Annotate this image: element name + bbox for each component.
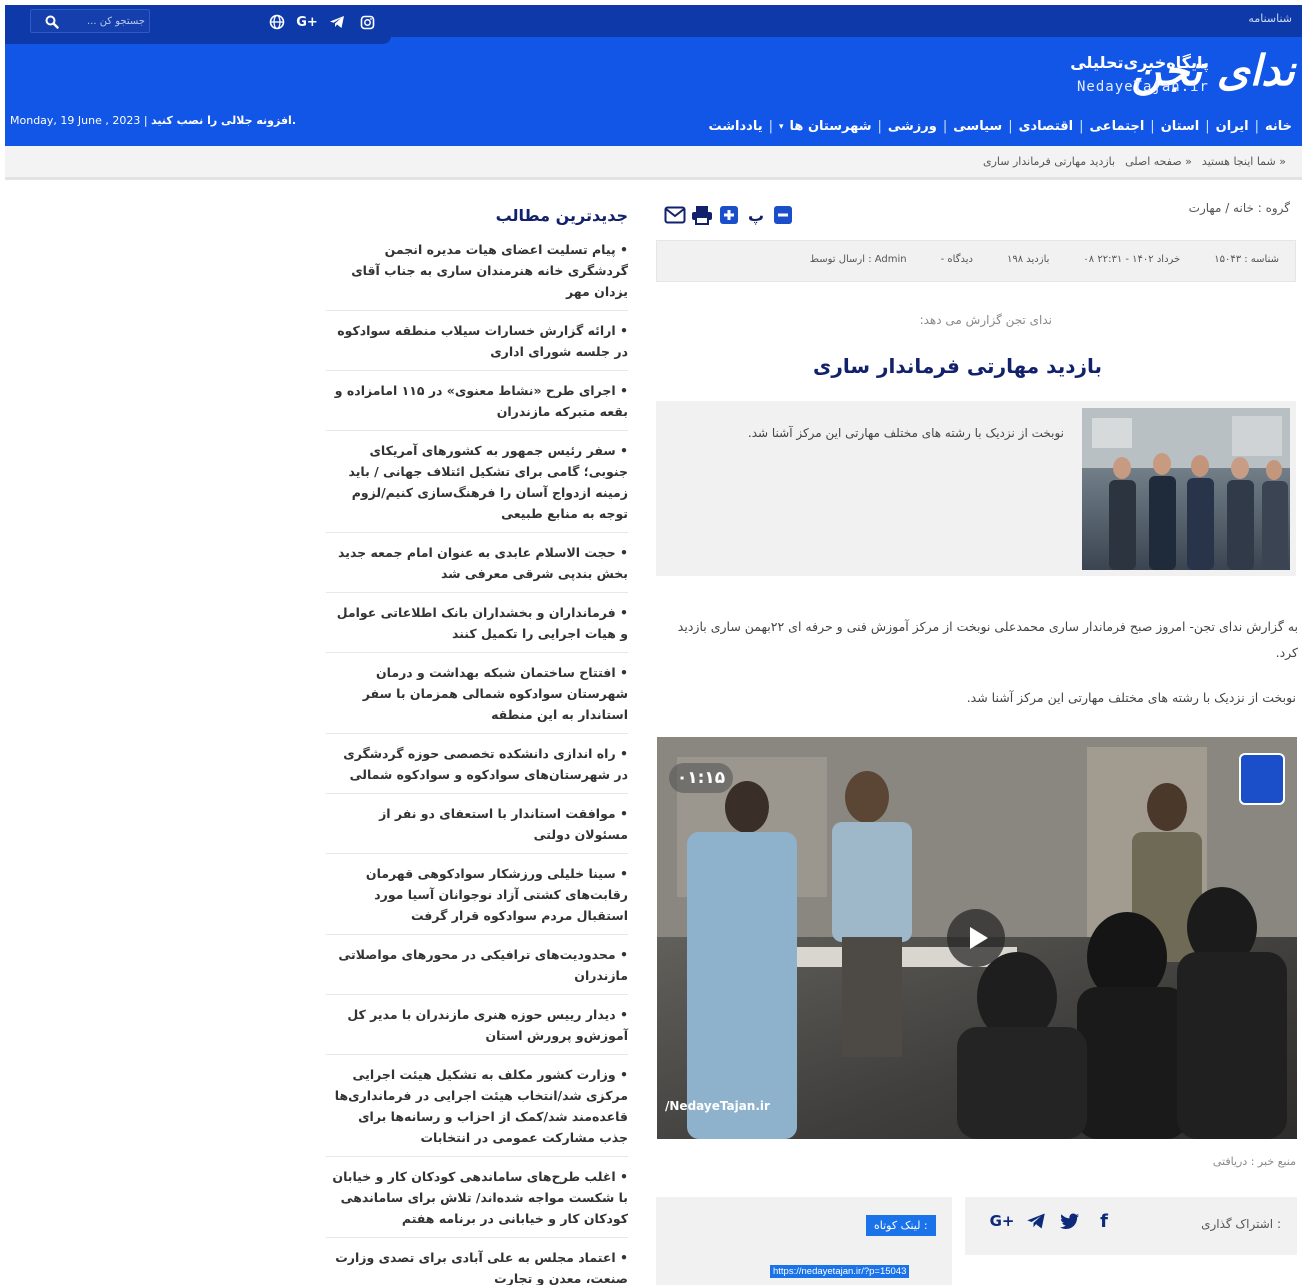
latest-post-item[interactable]: • پیام تسلیت اعضای هیات مدیره انجمن گردش… [326,235,628,311]
instagram-icon[interactable] [357,13,377,31]
share-icons: G+ f [990,1210,1115,1232]
latest-post-item[interactable]: • موافقت استاندار با استعفای دو نفر از م… [326,799,628,854]
nav-item-cities[interactable]: شهرستان ها [790,119,872,134]
nav-separator: | [877,119,882,134]
google-plus-icon[interactable]: G+ [990,1210,1015,1232]
nav-item-social[interactable]: اجتماعی [1090,119,1145,134]
sidebar-title: جدیدترین مطالب [495,206,628,225]
meta-comments[interactable]: - دیدگاه [941,254,973,265]
play-button[interactable] [947,909,1005,967]
article-lead: ندای تجن گزارش می دهد: [919,313,1052,327]
short-link-label: لینک کوتاه : [866,1215,936,1236]
latest-post-item[interactable]: • وزارت کشور مکلف به تشکیل هیئت اجرایی م… [326,1060,628,1157]
chevron-down-icon[interactable]: ▾ [779,122,784,132]
date-text: Monday, 19 June , 2023 [10,114,141,127]
top-social-links: G+ [267,13,377,31]
nav-separator: | [1205,119,1210,134]
jalali-plugin-link[interactable]: افزونه جلالی را نصب کنید. [151,114,296,127]
date-separator: | [143,114,152,127]
nav-separator: | [942,119,948,134]
google-plus-icon[interactable]: G+ [296,13,318,31]
latest-posts-list: • پیام تسلیت اعضای هیات مدیره انجمن گردش… [326,235,628,1285]
latest-post-item[interactable]: • راه اندازی دانشکده تخصصی حوزه گردشگری … [326,739,628,794]
latest-post-item[interactable]: • افتتاح ساختمان شبکه بهداشت و درمان شهر… [326,658,628,734]
site-logo[interactable]: ندای تجن پایگاه‌خبری‌تحلیلی NedayeTajan.… [1070,41,1295,107]
share-label: اشتراک گذاری : [1201,1217,1281,1231]
nav-item-notes[interactable]: یادداشت [709,119,763,134]
latest-post-item[interactable]: • محدودیت‌های ترافیکی در محورهای مواصلات… [326,940,628,995]
nav-item-home[interactable]: خانه [1265,119,1292,134]
latest-post-item[interactable]: • اجرای طرح «نشاط معنوی» در ۱۱۵ امامزاده… [326,376,628,431]
latest-post-item[interactable]: • فرمانداران و بخشداران بانک اطلاعاتی عو… [326,598,628,653]
search-input[interactable] [69,12,145,30]
globe-icon[interactable] [267,13,287,31]
article-summary: نوبخت از نزدیک با رشته های مختلف مهارتی … [656,401,1296,576]
meta-views: ۱۹۸ بازدید [1006,254,1050,265]
latest-posts-sidebar: جدیدترین مطالب • پیام تسلیت اعضای هیات م… [326,206,628,1285]
article-tools: پ [664,204,794,226]
article-source: منبع خبر : دریافتی [1212,1155,1296,1168]
facebook-icon[interactable]: f [1093,1210,1115,1232]
telegram-icon[interactable] [1025,1210,1047,1232]
breadcrumb-home[interactable]: صفحه اصلی » [1125,155,1192,168]
summary-text: نوبخت از نزدیک با رشته های مختلف مهارتی … [747,426,1064,440]
nav-separator: | [768,119,773,134]
short-link-url[interactable]: https://nedayetajan.ir/?p=15043 [770,1265,910,1278]
top-bar: G+ شناسنامه [5,5,1302,37]
article-video[interactable]: ۰۱:۱۵ /NedayeTajan.ir [657,737,1297,1139]
logo-title: پایگاه‌خبری‌تحلیلی [1070,53,1209,72]
twitter-icon[interactable] [1059,1210,1081,1232]
latest-post-item[interactable]: • ارائه گزارش خسارات سیلاب منطقه سوادکوه… [326,316,628,371]
breadcrumb-current: بازدید مهارتی فرماندار ساری [983,155,1116,168]
telegram-icon[interactable] [327,13,347,31]
font-decrease-icon[interactable] [772,204,794,226]
channel-logo-icon [1239,753,1285,805]
nav-item-province[interactable]: استان [1161,119,1200,134]
main-nav: خانه | ایران | استان | اجتماعی | اقتصادی | سی… [709,119,1293,134]
site-header: ندای تجن پایگاه‌خبری‌تحلیلی NedayeTajan.… [5,36,1302,146]
print-icon[interactable] [691,204,713,226]
meta-id: شناسه : ۱۵۰۴۳ [1214,254,1279,265]
short-link-box: لینک کوتاه : https://nedayetajan.ir/?p=1… [656,1197,952,1285]
nav-item-economy[interactable]: اقتصادی [1019,119,1074,134]
video-duration: ۰۱:۱۵ [669,763,733,793]
id-card-link[interactable]: شناسنامه [1248,12,1292,25]
search-box[interactable] [30,9,150,33]
article-title: بازدید مهارتی فرماندار ساری [813,354,1102,378]
date-line: Monday, 19 June , 2023 | افزونه جلالی را… [10,114,296,127]
nav-item-politics[interactable]: سیاسی [953,119,1002,134]
latest-post-item[interactable]: • سفر رئیس جمهور به کشورهای آمریکای جنوب… [326,436,628,533]
nav-item-sports[interactable]: ورزشی [888,119,937,134]
article-meta: شناسه : ۱۵۰۴۳ ۰۸ خرداد ۱۴۰۲ - ۲۲:۳۱ ۱۹۸ … [656,240,1296,282]
article-group[interactable]: گروه : خانه / مهارت [1189,201,1290,215]
nav-separator: | [1008,119,1013,134]
latest-post-item[interactable]: • اعتماد مجلس به علی آبادی برای تصدی وزا… [326,1243,628,1285]
nav-separator: | [1079,119,1084,134]
nav-separator: | [1254,119,1259,134]
meta-author: ارسال توسط : Admin [809,254,907,265]
font-increase-icon[interactable] [718,204,740,226]
article-paragraph: نوبخت از نزدیک با رشته های مختلف مهارتی … [966,690,1296,705]
nav-separator: | [1150,119,1155,134]
font-label-icon: پ [747,205,765,225]
nav-item-iran[interactable]: ایران [1216,119,1249,134]
mail-icon[interactable] [664,204,686,226]
header-tab-shape [5,36,391,44]
article-paragraph: به گزارش ندای تجن- امروز صبح فرماندار سا… [677,619,1298,660]
meta-date: ۰۸ خرداد ۱۴۰۲ - ۲۲:۳۱ [1083,254,1181,265]
breadcrumb: شما اینجا هستید » صفحه اصلی » بازدید مها… [5,146,1302,180]
share-box: اشتراک گذاری : G+ f [965,1197,1297,1255]
latest-post-item[interactable]: • حجت الاسلام عابدی به عنوان امام جمعه ج… [326,538,628,593]
latest-post-item[interactable]: • اغلب طرح‌های ساماندهی کودکان کار و خیا… [326,1162,628,1238]
logo-subtitle: NedayeTajan.ir [1076,79,1209,95]
search-icon[interactable] [45,15,59,29]
breadcrumb-prefix: شما اینجا هستید » [1201,155,1286,168]
latest-post-item[interactable]: • دیدار رییس حوزه هنری مازندران با مدیر … [326,1000,628,1055]
video-watermark: /NedayeTajan.ir [665,1099,770,1113]
article-thumbnail [1082,408,1290,570]
latest-post-item[interactable]: • سینا خلیلی ورزشکار سوادکوهی قهرمان رقا… [326,859,628,935]
